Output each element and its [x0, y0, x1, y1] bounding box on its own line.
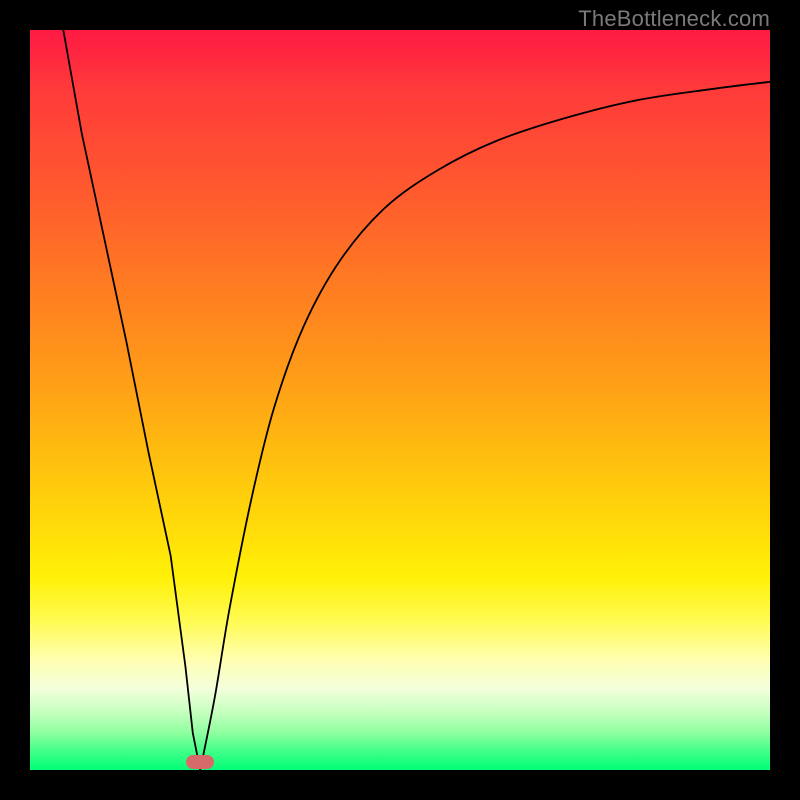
curve-left-branch	[63, 30, 200, 770]
optimal-marker	[186, 755, 214, 769]
bottleneck-curve	[30, 30, 770, 770]
chart-frame: TheBottleneck.com	[0, 0, 800, 800]
plot-area	[30, 30, 770, 770]
watermark-text: TheBottleneck.com	[578, 6, 770, 32]
curve-right-branch	[200, 82, 770, 770]
